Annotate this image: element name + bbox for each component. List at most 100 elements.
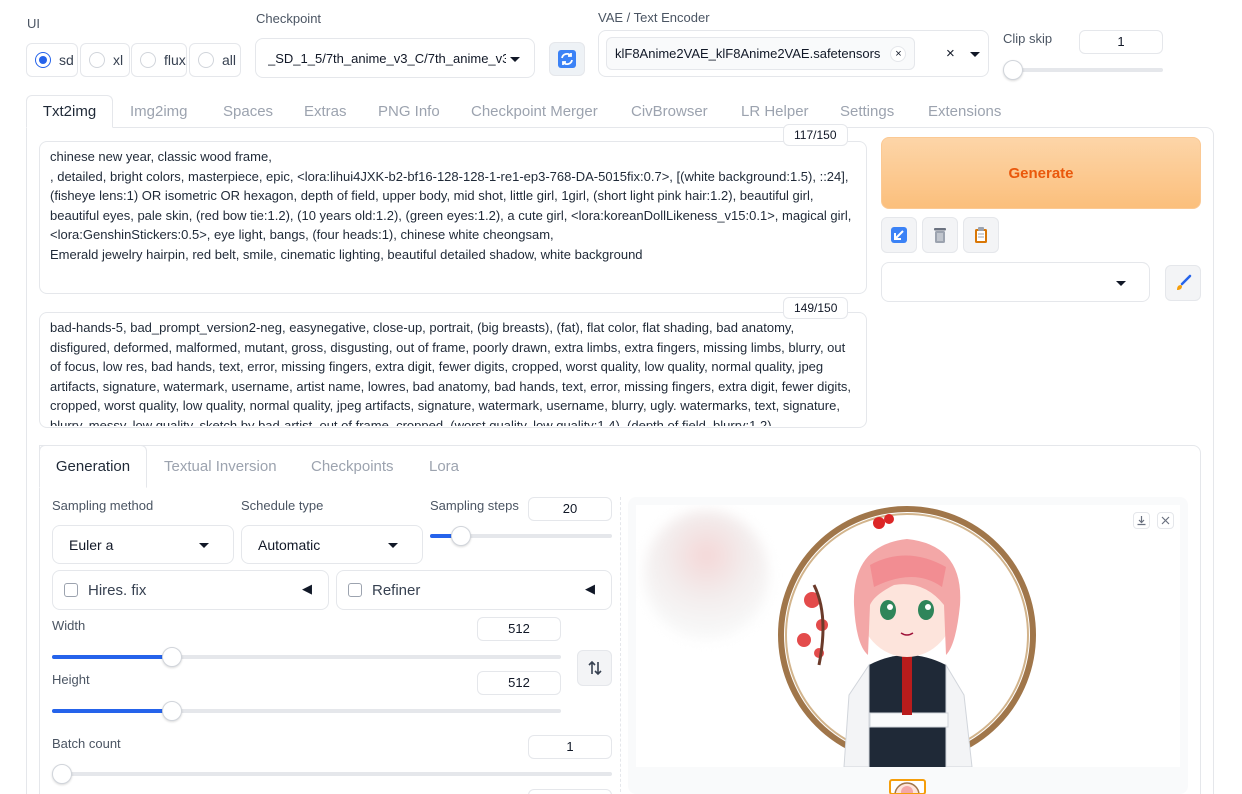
- vae-label: VAE / Text Encoder: [598, 10, 710, 25]
- sampling-steps-slider[interactable]: [430, 526, 612, 546]
- close-icon: [1161, 516, 1170, 525]
- chevron-down-icon: [199, 543, 209, 548]
- slider-thumb[interactable]: [162, 701, 182, 721]
- clipboard-icon: [975, 227, 987, 243]
- generated-image[interactable]: [774, 505, 1044, 767]
- schedule-type-label: Schedule type: [241, 498, 324, 513]
- close-preview-button[interactable]: [1157, 512, 1174, 529]
- blurred-preview-image: [644, 510, 769, 640]
- batch-count-input[interactable]: 1: [528, 735, 612, 759]
- clip-skip-input[interactable]: 1: [1079, 30, 1163, 54]
- batch-size-input[interactable]: [528, 789, 612, 794]
- styles-select[interactable]: [881, 262, 1150, 302]
- tab-png-info[interactable]: PNG Info: [378, 96, 440, 127]
- tab-lr-helper[interactable]: LR Helper: [741, 96, 809, 127]
- refresh-button[interactable]: [549, 42, 585, 76]
- gallery-thumbnail[interactable]: [889, 779, 926, 794]
- hires-fix-accordion[interactable]: Hires. fix ◀: [52, 570, 329, 610]
- chevron-down-icon: [970, 52, 980, 57]
- collapse-arrow-icon: ◀: [302, 581, 312, 596]
- batch-count-label: Batch count: [52, 736, 121, 751]
- tab-spaces[interactable]: Spaces: [223, 96, 273, 127]
- subtab-generation[interactable]: Generation: [39, 445, 147, 488]
- ui-radio-flux-label: flux: [164, 52, 186, 68]
- hires-fix-checkbox[interactable]: [64, 583, 78, 597]
- slider-thumb[interactable]: [52, 764, 72, 784]
- height-input[interactable]: 512: [477, 671, 561, 695]
- radio-unchecked-icon: [198, 52, 214, 68]
- ui-radio-sd-label: sd: [59, 52, 74, 68]
- subtab-generation-label: Generation: [55, 458, 131, 475]
- swap-dimensions-button[interactable]: [577, 650, 612, 686]
- ui-radio-all-label: all: [222, 52, 237, 68]
- vae-chip: klF8Anime2VAE_klF8Anime2VAE.safetensors …: [606, 37, 916, 70]
- ui-radio-all[interactable]: all: [189, 43, 241, 77]
- ui-label: UI: [27, 16, 40, 31]
- arrow-icon: [891, 227, 907, 243]
- ui-radio-xl[interactable]: xl: [80, 43, 130, 77]
- batch-count-slider[interactable]: [52, 764, 612, 784]
- tab-settings[interactable]: Settings: [840, 96, 894, 127]
- hires-fix-label: Hires. fix: [88, 581, 147, 599]
- collapse-arrow-icon: ◀: [585, 581, 595, 596]
- output-image-frame: [636, 505, 1180, 767]
- width-slider[interactable]: [52, 647, 561, 667]
- slider-thumb[interactable]: [451, 526, 471, 546]
- ui-radio-xl-label: xl: [113, 52, 124, 68]
- chip-remove-icon[interactable]: ×: [890, 45, 907, 62]
- trash-icon: [934, 228, 946, 243]
- chevron-down-icon: [1116, 281, 1126, 286]
- negative-prompt-text: bad-hands-5, bad_prompt_version2-neg, ea…: [50, 320, 855, 426]
- refresh-icon: [558, 50, 576, 68]
- refiner-checkbox[interactable]: [348, 583, 362, 597]
- slider-fill: [52, 655, 172, 659]
- refiner-accordion[interactable]: Refiner ◀: [336, 570, 612, 610]
- column-divider: [620, 497, 621, 794]
- radio-unchecked-icon: [140, 52, 156, 68]
- sampling-steps-input[interactable]: 20: [528, 497, 612, 521]
- height-label: Height: [52, 672, 90, 687]
- generate-button[interactable]: Generate: [881, 137, 1201, 209]
- checkpoint-label: Checkpoint: [256, 11, 322, 26]
- ui-radio-flux[interactable]: flux: [131, 43, 187, 77]
- vae-select[interactable]: klF8Anime2VAE_klF8Anime2VAE.safetensors …: [598, 30, 989, 77]
- subtab-checkpoints[interactable]: Checkpoints: [311, 451, 394, 482]
- clear-prompt-button[interactable]: [922, 217, 958, 253]
- slider-thumb[interactable]: [1003, 60, 1023, 80]
- clear-icon[interactable]: ×: [946, 45, 955, 62]
- tab-checkpoint-merger[interactable]: Checkpoint Merger: [471, 96, 598, 127]
- width-input[interactable]: 512: [477, 617, 561, 641]
- edit-styles-button[interactable]: [1165, 265, 1201, 301]
- sampling-method-value: Euler a: [69, 536, 114, 553]
- slider-fill: [52, 709, 172, 713]
- sampling-method-select[interactable]: Euler a: [52, 525, 234, 564]
- clip-skip-slider[interactable]: [1003, 60, 1163, 80]
- tab-img2img[interactable]: Img2img: [130, 96, 188, 127]
- apply-styles-button[interactable]: [881, 217, 917, 253]
- prompt-text: chinese new year, classic wood frame, , …: [50, 149, 852, 262]
- tab-extensions[interactable]: Extensions: [928, 96, 1001, 127]
- prompt-token-counter: 117/150: [783, 124, 848, 146]
- download-button[interactable]: [1133, 512, 1150, 529]
- subtab-textual-inversion[interactable]: Textual Inversion: [164, 451, 277, 482]
- ui-radio-sd[interactable]: sd: [26, 43, 78, 77]
- height-slider[interactable]: [52, 701, 561, 721]
- radio-checked-icon: [35, 52, 51, 68]
- tab-txt2img[interactable]: Txt2img: [26, 95, 113, 128]
- refiner-label: Refiner: [372, 581, 421, 599]
- schedule-type-select[interactable]: Automatic: [241, 525, 423, 564]
- tab-civbrowser[interactable]: CivBrowser: [631, 96, 708, 127]
- chevron-down-icon: [388, 543, 398, 548]
- vae-chip-label: klF8Anime2VAE_klF8Anime2VAE.safetensors: [615, 46, 881, 61]
- paste-button[interactable]: [963, 217, 999, 253]
- schedule-type-value: Automatic: [258, 536, 321, 553]
- negative-prompt-token-counter: 149/150: [783, 297, 849, 319]
- tab-txt2img-label: Txt2img: [42, 103, 97, 120]
- subtab-lora[interactable]: Lora: [429, 451, 459, 482]
- sampling-method-label: Sampling method: [52, 498, 154, 513]
- slider-thumb[interactable]: [162, 647, 182, 667]
- width-label: Width: [52, 618, 86, 633]
- tab-extras[interactable]: Extras: [304, 96, 347, 127]
- radio-unchecked-icon: [89, 52, 105, 68]
- checkpoint-select[interactable]: _SD_1_5/7th_anime_v3_C/7th_anime_v3: [255, 38, 535, 78]
